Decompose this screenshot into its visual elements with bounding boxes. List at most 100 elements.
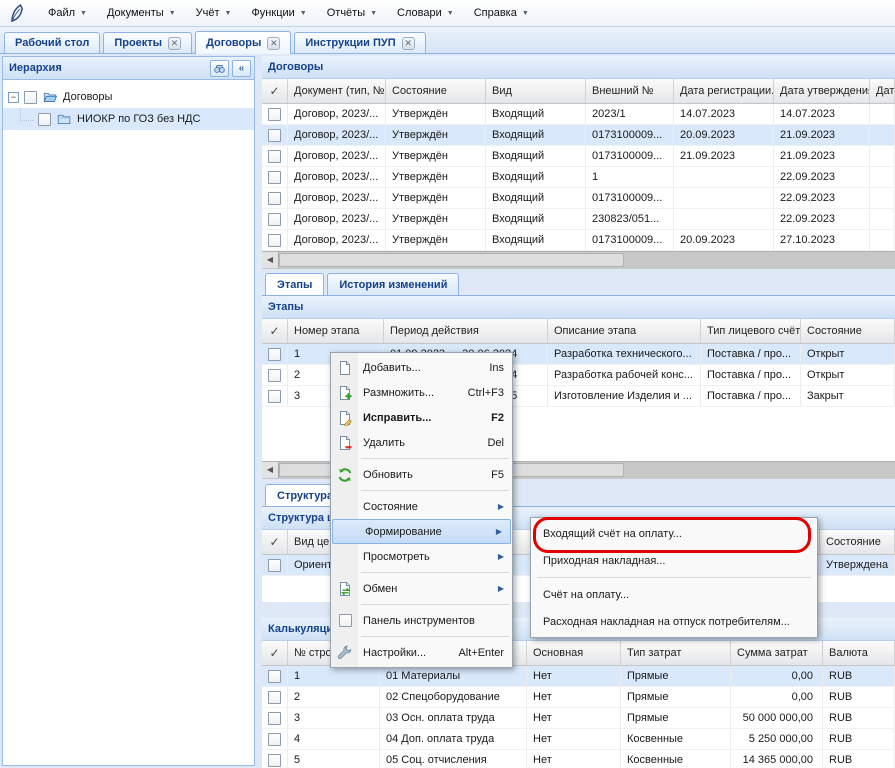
submenu-item[interactable]: Входящий счёт на оплату... xyxy=(531,520,817,547)
row-select-cell[interactable] xyxy=(262,230,288,250)
column-header[interactable]: Тип затрат xyxy=(621,641,731,665)
workspace-tab[interactable]: Инструкции ПУП✕ xyxy=(294,32,425,53)
tree-node-checkbox[interactable] xyxy=(24,91,37,104)
row-checkbox[interactable] xyxy=(268,712,281,725)
row-select-cell[interactable] xyxy=(262,167,288,187)
row-select-cell[interactable] xyxy=(262,209,288,229)
workspace-tab[interactable]: Договоры✕ xyxy=(195,31,291,54)
row-select-cell[interactable] xyxy=(262,344,288,364)
row-select-cell[interactable] xyxy=(262,555,288,575)
row-checkbox[interactable] xyxy=(268,348,281,361)
menubar-item[interactable]: Учёт▼ xyxy=(186,3,242,23)
context-menu-item[interactable]: Исправить...F2 xyxy=(331,405,512,430)
column-header[interactable]: Документ (тип, № xyxy=(288,79,386,103)
row-select-cell[interactable] xyxy=(262,386,288,406)
menubar-item[interactable]: Функции▼ xyxy=(241,3,316,23)
table-row[interactable]: 202 СпецоборудованиеНетПрямые0,00RUB xyxy=(262,687,895,708)
scroll-left-icon[interactable]: ◀ xyxy=(262,252,279,268)
row-checkbox[interactable] xyxy=(268,369,281,382)
hierarchy-search-button[interactable] xyxy=(210,60,229,77)
row-select-cell[interactable] xyxy=(262,750,288,768)
column-header[interactable]: Период действия xyxy=(384,319,548,343)
close-icon[interactable]: ✕ xyxy=(267,37,280,50)
row-checkbox[interactable] xyxy=(268,390,281,403)
menubar-item[interactable]: Справка▼ xyxy=(464,3,539,23)
context-menu-item[interactable]: Настройки...Alt+Enter xyxy=(331,640,512,665)
tree-node-checkbox[interactable] xyxy=(38,113,51,126)
context-menu-item[interactable]: Формирование▶ xyxy=(332,519,511,544)
column-header[interactable]: Основная xyxy=(527,641,621,665)
table-row[interactable]: Договор, 2023/...УтверждёнВходящий122.09… xyxy=(262,167,895,188)
table-row[interactable]: Договор, 2023/...УтверждёнВходящий2023/1… xyxy=(262,104,895,125)
select-all-header[interactable]: ✓ xyxy=(262,319,288,343)
menubar-item[interactable]: Словари▼ xyxy=(387,3,464,23)
row-select-cell[interactable] xyxy=(262,188,288,208)
column-header[interactable]: Состояние xyxy=(820,530,895,554)
select-all-header[interactable]: ✓ xyxy=(262,530,288,554)
row-checkbox[interactable] xyxy=(268,691,281,704)
row-checkbox[interactable] xyxy=(268,150,281,163)
context-menu-item[interactable]: Панель инструментов xyxy=(331,608,512,633)
menubar-item[interactable]: Отчёты▼ xyxy=(317,3,387,23)
menubar-item[interactable]: Файл▼ xyxy=(38,3,97,23)
row-checkbox[interactable] xyxy=(268,733,281,746)
table-row[interactable]: Договор, 2023/...УтверждёнВходящий017310… xyxy=(262,125,895,146)
tab-history[interactable]: История изменений xyxy=(327,273,459,295)
context-menu-item[interactable]: Состояние▶ xyxy=(331,494,512,519)
column-header[interactable]: Вид xyxy=(486,79,586,103)
close-icon[interactable]: ✕ xyxy=(168,37,181,50)
row-checkbox[interactable] xyxy=(268,171,281,184)
context-menu-item[interactable]: Размножить...Ctrl+F3 xyxy=(331,380,512,405)
contracts-hscrollbar[interactable]: ◀ xyxy=(262,251,895,269)
workspace-tab[interactable]: Проекты✕ xyxy=(103,32,192,53)
tree-node-niokr[interactable]: НИОКР по ГОЗ без НДС xyxy=(3,108,254,130)
column-header[interactable]: Валюта xyxy=(823,641,895,665)
menubar-item[interactable]: Документы▼ xyxy=(97,3,186,23)
scrollbar-thumb[interactable] xyxy=(279,253,624,267)
submenu-item[interactable]: Счёт на оплату... xyxy=(531,581,817,608)
column-header[interactable]: Описание этапа xyxy=(548,319,701,343)
row-checkbox[interactable] xyxy=(268,108,281,121)
row-select-cell[interactable] xyxy=(262,666,288,686)
context-menu-item[interactable]: УдалитьDel xyxy=(331,430,512,455)
row-select-cell[interactable] xyxy=(262,365,288,385)
scroll-left-icon[interactable]: ◀ xyxy=(262,462,279,478)
row-checkbox[interactable] xyxy=(268,670,281,683)
context-menu-item[interactable]: Просмотреть▶ xyxy=(331,544,512,569)
submenu-item[interactable]: Расходная накладная на отпуск потребител… xyxy=(531,608,817,635)
row-select-cell[interactable] xyxy=(262,708,288,728)
table-row[interactable]: 101 МатериалыНетПрямые0,00RUB xyxy=(262,666,895,687)
row-checkbox[interactable] xyxy=(268,754,281,767)
column-header[interactable]: Дата регистрации. xyxy=(674,79,774,103)
table-row[interactable]: Договор, 2023/...УтверждёнВходящий230823… xyxy=(262,209,895,230)
select-all-header[interactable]: ✓ xyxy=(262,641,288,665)
table-row[interactable]: Договор, 2023/...УтверждёнВходящий017310… xyxy=(262,188,895,209)
tree-node-contracts[interactable]: − Договоры xyxy=(3,86,254,108)
context-menu-item[interactable]: Добавить...Ins xyxy=(331,355,512,380)
column-header[interactable]: Номер этапа xyxy=(288,319,384,343)
column-header[interactable]: Состояние xyxy=(386,79,486,103)
column-header[interactable]: Дата xyxy=(870,79,895,103)
row-checkbox[interactable] xyxy=(268,129,281,142)
table-row[interactable]: 303 Осн. оплата трудаНетПрямые50 000 000… xyxy=(262,708,895,729)
row-checkbox[interactable] xyxy=(268,559,281,572)
column-header[interactable]: Дата утверждения xyxy=(774,79,870,103)
column-header[interactable]: Внешний № xyxy=(586,79,674,103)
row-select-cell[interactable] xyxy=(262,729,288,749)
workspace-tab[interactable]: Рабочий стол xyxy=(4,32,100,53)
select-all-header[interactable]: ✓ xyxy=(262,79,288,103)
row-select-cell[interactable] xyxy=(262,125,288,145)
tab-stages[interactable]: Этапы xyxy=(265,273,324,295)
column-header[interactable]: Тип лицевого счёт xyxy=(701,319,801,343)
table-row[interactable]: 404 Доп. оплата трудаНетКосвенные5 250 0… xyxy=(262,729,895,750)
close-icon[interactable]: ✕ xyxy=(402,37,415,50)
row-select-cell[interactable] xyxy=(262,146,288,166)
table-row[interactable]: Договор, 2023/...УтверждёнВходящий017310… xyxy=(262,146,895,167)
collapse-node-icon[interactable]: − xyxy=(8,92,19,103)
context-menu-item[interactable]: ОбновитьF5 xyxy=(331,462,512,487)
hierarchy-collapse-button[interactable]: « xyxy=(232,60,251,77)
column-header[interactable]: Состояние xyxy=(801,319,895,343)
row-checkbox[interactable] xyxy=(268,192,281,205)
context-menu-item[interactable]: Обмен▶ xyxy=(331,576,512,601)
table-row[interactable]: Договор, 2023/...УтверждёнВходящий017310… xyxy=(262,230,895,251)
